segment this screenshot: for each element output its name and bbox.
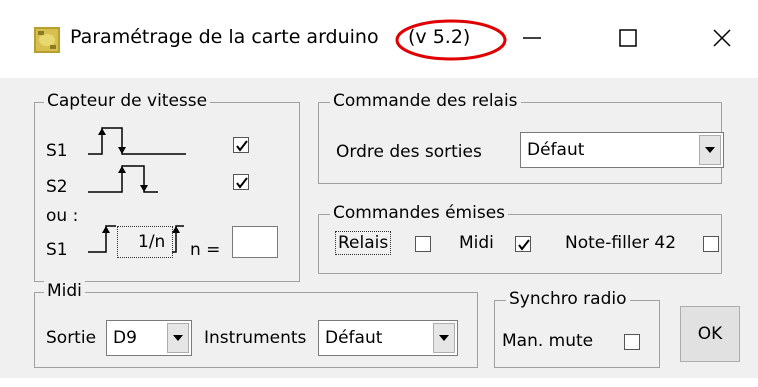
- note-filler-label: Note-filler 42: [565, 233, 677, 253]
- s2-checkbox[interactable]: [233, 174, 249, 190]
- close-icon: [713, 29, 731, 47]
- s1b-label: S1: [46, 240, 68, 260]
- arduino-card-icon: [33, 26, 61, 54]
- minimize-button[interactable]: [502, 16, 562, 60]
- sortie-select[interactable]: D9: [106, 320, 192, 356]
- n-label: n =: [190, 240, 221, 260]
- maximize-button[interactable]: [598, 16, 658, 60]
- s1-label: S1: [46, 141, 68, 161]
- order-select[interactable]: Défaut: [520, 132, 724, 168]
- version-label: (v 5.2): [408, 26, 471, 48]
- instruments-value: Défaut: [325, 328, 383, 348]
- divider-output-icon: [172, 225, 184, 253]
- emises-legend: Commandes émises: [330, 203, 509, 223]
- minimize-icon: [523, 37, 541, 39]
- check-icon: [236, 140, 248, 152]
- order-dropdown-button[interactable]: [699, 135, 721, 165]
- n-input[interactable]: [232, 226, 278, 258]
- instruments-dropdown-button[interactable]: [433, 323, 455, 353]
- window-title: Paramétrage de la carte arduino: [70, 26, 379, 48]
- title-bar: Paramétrage de la carte arduino (v 5.2): [0, 0, 758, 78]
- sortie-label: Sortie: [46, 328, 97, 348]
- s2-signal-icon: [88, 165, 158, 193]
- relais-checkbox[interactable]: [415, 236, 431, 252]
- midi-out-label: Midi: [459, 233, 494, 253]
- chevron-down-icon: [173, 335, 183, 341]
- relais-legend: Commande des relais: [330, 91, 521, 111]
- mute-checkbox[interactable]: [624, 334, 640, 350]
- midi-legend: Midi: [44, 281, 85, 301]
- note-filler-checkbox[interactable]: [703, 236, 719, 252]
- chevron-down-icon: [439, 335, 449, 341]
- s1-signal-icon: [88, 127, 186, 155]
- midi-checkbox[interactable]: [515, 236, 531, 252]
- synchro-legend: Synchro radio: [506, 289, 630, 309]
- order-label: Ordre des sorties: [336, 142, 482, 162]
- maximize-icon: [619, 29, 637, 47]
- check-icon: [518, 239, 530, 251]
- check-icon: [236, 177, 248, 189]
- relais-label: Relais: [335, 231, 392, 255]
- sortie-value: D9: [113, 328, 137, 348]
- order-value: Défaut: [527, 140, 585, 160]
- divider-label: 1/n: [138, 232, 166, 252]
- instruments-label: Instruments: [204, 328, 307, 348]
- capteur-legend: Capteur de vitesse: [44, 91, 211, 111]
- ok-button[interactable]: OK: [680, 306, 740, 362]
- ou-label: ou :: [46, 206, 79, 226]
- chevron-down-icon: [705, 147, 715, 153]
- s2-label: S2: [46, 177, 68, 197]
- ok-label: OK: [697, 324, 723, 344]
- close-button[interactable]: [692, 16, 752, 60]
- mute-label: Man. mute: [502, 331, 594, 351]
- instruments-select[interactable]: Défaut: [318, 320, 458, 356]
- s1-checkbox[interactable]: [233, 137, 249, 153]
- sortie-dropdown-button[interactable]: [167, 323, 189, 353]
